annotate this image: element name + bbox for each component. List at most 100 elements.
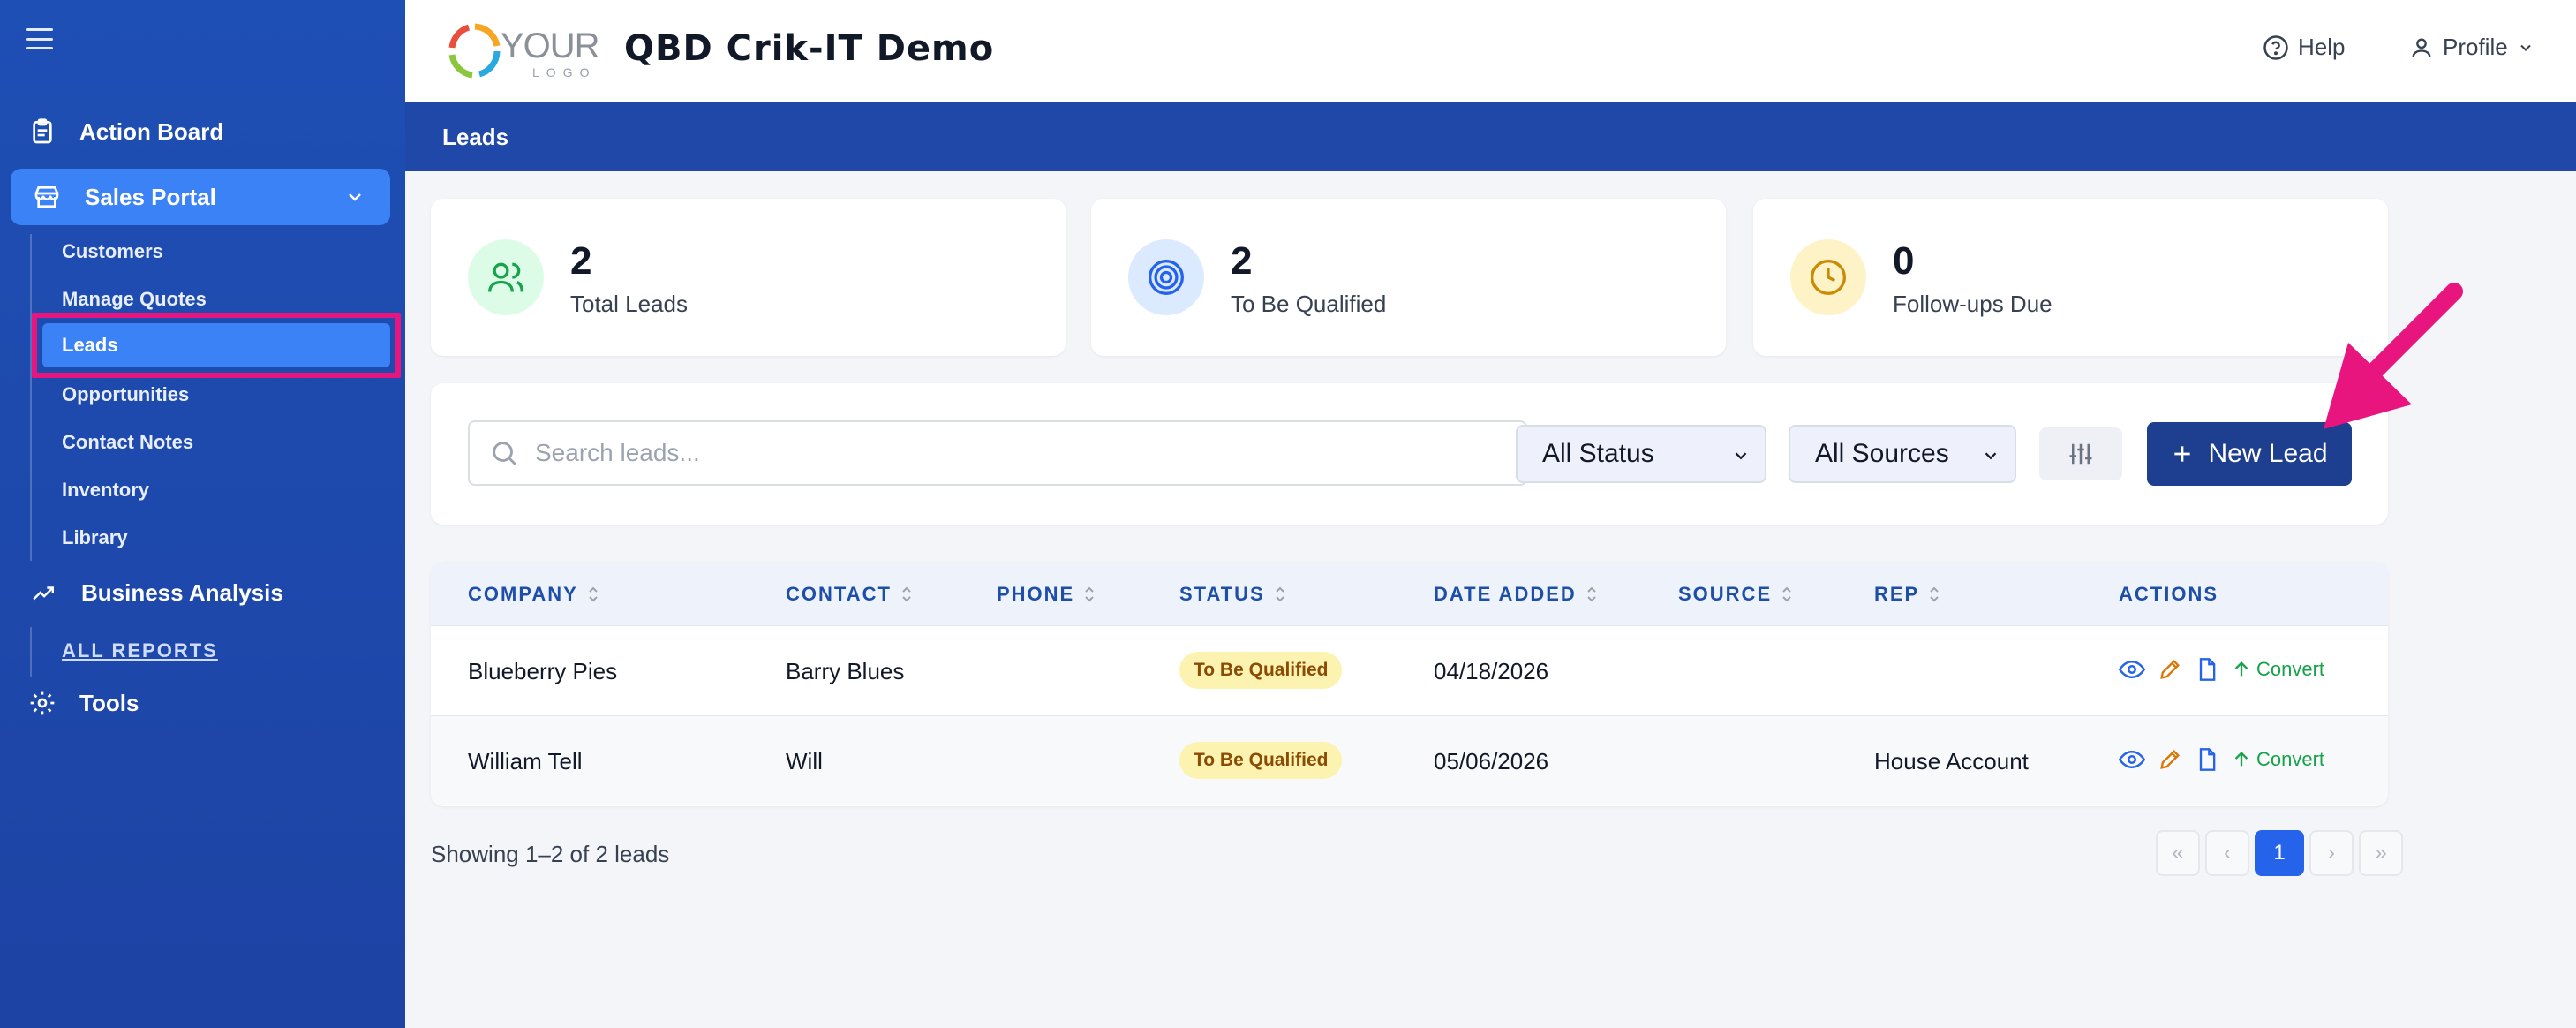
table-row: Blueberry Pies Barry Blues To Be Qualifi… — [431, 625, 2388, 715]
first-page-button[interactable]: « — [2156, 830, 2200, 876]
sidebar-item-customers[interactable]: Customers — [62, 240, 163, 263]
cell-company: Blueberry Pies — [468, 658, 618, 684]
nav-sales-portal-label: Sales Portal — [85, 183, 216, 210]
table-row: William Tell Will To Be Qualified 05/06/… — [431, 715, 2388, 805]
nav-business-analysis[interactable]: Business Analysis — [28, 579, 283, 607]
cell-company: William Tell — [468, 748, 583, 775]
convert-label: Convert — [2256, 748, 2325, 770]
filter-bar: All Status All Sources New Lead — [431, 383, 2388, 525]
reports-submenu — [30, 627, 32, 677]
users-icon — [468, 239, 544, 315]
top-header: YOUR LOGO QBD Crik-IT Demo Help Profile — [405, 0, 2576, 102]
stat-card-follow-ups-due: 0 Follow-ups Due — [1753, 199, 2388, 356]
help-button[interactable]: Help — [2263, 34, 2345, 61]
status-filter-select[interactable]: All Status — [1516, 425, 1766, 483]
profile-menu[interactable]: Profile — [2409, 34, 2535, 61]
stat-label: To Be Qualified — [1231, 291, 1387, 317]
column-header-status[interactable]: STATUS — [1179, 583, 1286, 606]
all-reports-link[interactable]: ALL REPORTS — [62, 639, 218, 662]
prev-page-button[interactable]: ‹ — [2205, 830, 2249, 876]
column-header-rep[interactable]: REP — [1874, 583, 1940, 606]
sidebar-item-inventory[interactable]: Inventory — [62, 479, 149, 502]
sort-icon — [1276, 586, 1284, 602]
menu-toggle-icon[interactable] — [26, 28, 53, 49]
sidebar-item-opportunities[interactable]: Opportunities — [62, 383, 189, 406]
sort-icon — [902, 586, 911, 602]
sidebar-item-contact-notes[interactable]: Contact Notes — [62, 431, 193, 454]
store-icon — [34, 186, 59, 208]
column-header-company[interactable]: COMPANY — [468, 583, 599, 606]
edit-pencil-icon[interactable] — [2158, 657, 2182, 682]
column-header-source[interactable]: SOURCE — [1678, 583, 1793, 606]
arrow-up-icon — [2234, 661, 2248, 677]
edit-pencil-icon[interactable] — [2158, 747, 2182, 772]
sort-icon — [1930, 586, 1939, 602]
document-icon[interactable] — [2195, 747, 2219, 772]
plus-icon — [2174, 446, 2191, 462]
profile-label: Profile — [2443, 34, 2508, 60]
nav-sales-portal[interactable]: Sales Portal — [11, 169, 390, 225]
help-circle-icon — [2263, 34, 2288, 60]
status-filter-value: All Status — [1542, 439, 1654, 468]
pointer-arrow-icon — [2324, 283, 2463, 429]
convert-button[interactable]: Convert — [2232, 658, 2324, 681]
sort-icon — [1587, 586, 1596, 602]
nav-tools[interactable]: Tools — [28, 689, 139, 717]
logo-subtext: LOGO — [532, 65, 597, 79]
last-page-button[interactable]: » — [2359, 830, 2403, 876]
nav-tools-label: Tools — [79, 689, 139, 716]
source-filter-select[interactable]: All Sources — [1789, 425, 2016, 483]
sidebar-item-leads[interactable]: Leads — [42, 323, 390, 367]
view-eye-icon[interactable] — [2119, 656, 2145, 683]
column-label: DATE ADDED — [1434, 583, 1577, 605]
next-page-button[interactable]: › — [2309, 830, 2354, 876]
table-header: COMPANY CONTACT PHONE STATUS DATE ADDED … — [431, 562, 2388, 625]
search-input[interactable] — [535, 439, 1506, 467]
stat-value: 2 — [1231, 239, 1253, 283]
column-header-contact[interactable]: CONTACT — [786, 583, 913, 606]
help-label: Help — [2298, 34, 2346, 60]
view-eye-icon[interactable] — [2119, 746, 2145, 773]
chevron-down-icon — [349, 193, 361, 201]
column-header-phone[interactable]: PHONE — [997, 583, 1096, 606]
stat-label: Follow-ups Due — [1893, 291, 2053, 317]
column-label: REP — [1874, 583, 1920, 605]
gear-icon — [30, 691, 55, 715]
sort-icon — [1085, 586, 1094, 602]
trending-up-icon — [33, 586, 55, 600]
stat-card-to-be-qualified: 2 To Be Qualified — [1091, 199, 1726, 356]
advanced-filter-button[interactable] — [2039, 427, 2122, 480]
new-lead-label: New Lead — [2208, 439, 2328, 468]
chevron-down-icon — [1735, 452, 1747, 460]
sidebar: Action Board Sales Portal Customers Mana… — [0, 0, 405, 1028]
stat-value: 2 — [570, 239, 592, 283]
sidebar-item-library[interactable]: Library — [62, 526, 128, 549]
pagination: « ‹ 1 › » — [2156, 830, 2403, 876]
search-icon — [493, 442, 516, 465]
page-1-button[interactable]: 1 — [2255, 830, 2304, 876]
user-icon — [2412, 38, 2431, 57]
cell-contact: Will — [786, 748, 823, 775]
status-badge: To Be Qualified — [1179, 742, 1343, 779]
nav-business-analysis-label: Business Analysis — [81, 579, 283, 606]
sidebar-item-manage-quotes[interactable]: Manage Quotes — [62, 288, 207, 311]
sliders-icon — [2069, 443, 2092, 465]
leads-table: COMPANY CONTACT PHONE STATUS DATE ADDED … — [431, 562, 2388, 806]
app-title: QBD Crik-IT Demo — [624, 28, 995, 69]
document-icon[interactable] — [2195, 657, 2219, 682]
nav-action-board[interactable]: Action Board — [28, 117, 223, 147]
logo-text: YOUR — [501, 26, 600, 65]
cell-date-added: 05/06/2026 — [1434, 748, 1549, 775]
column-label: COMPANY — [468, 583, 578, 605]
row-actions: Convert — [2119, 746, 2324, 773]
target-icon — [1128, 239, 1204, 315]
arrow-up-icon — [2234, 752, 2248, 767]
search-box[interactable] — [468, 420, 1527, 486]
pagination-summary: Showing 1–2 of 2 leads — [431, 841, 670, 867]
row-actions: Convert — [2119, 656, 2324, 683]
clock-icon — [1790, 239, 1866, 315]
convert-button[interactable]: Convert — [2232, 748, 2324, 771]
page-title: Leads — [405, 102, 2576, 171]
source-filter-value: All Sources — [1815, 439, 1949, 468]
column-header-date-added[interactable]: DATE ADDED — [1434, 583, 1598, 606]
